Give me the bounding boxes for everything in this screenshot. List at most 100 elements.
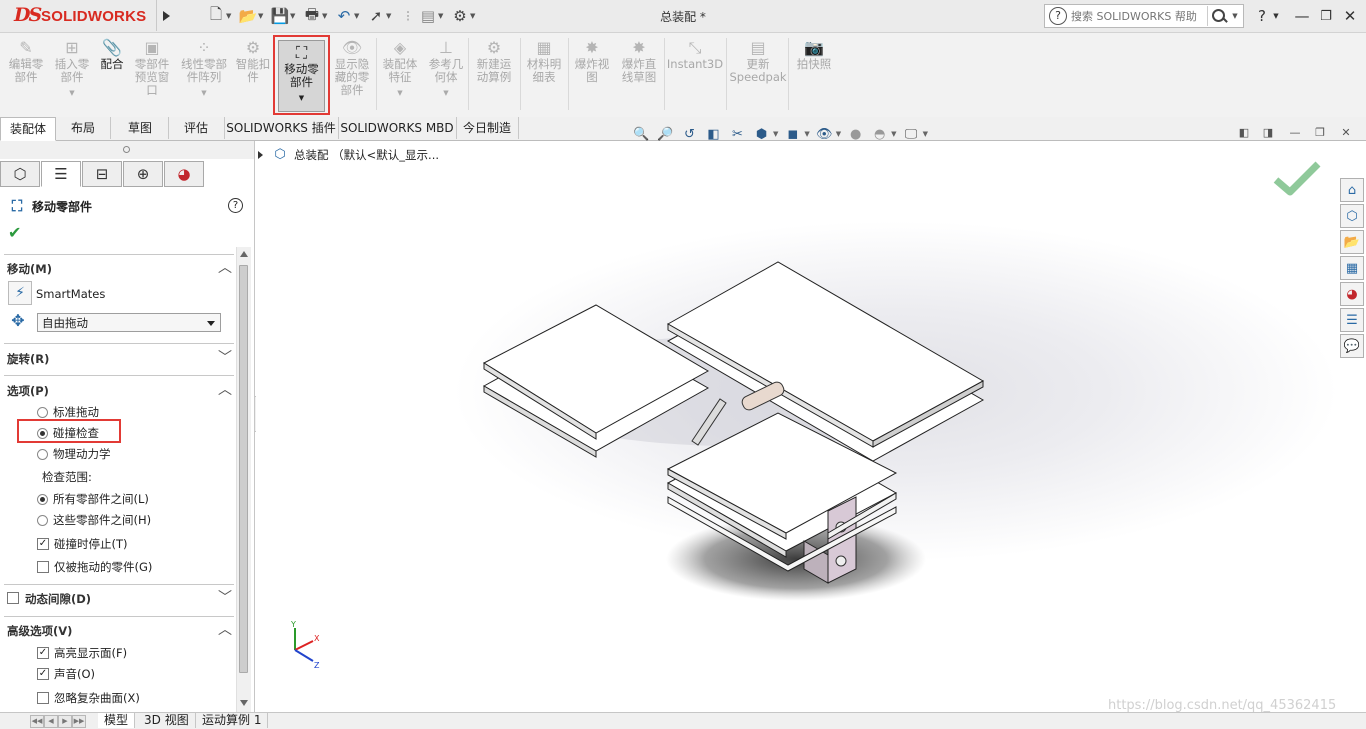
radio-physical-dynamics[interactable]: 物理动力学 xyxy=(37,446,111,462)
first-tab-arrow-icon[interactable]: ◀◀ xyxy=(30,715,44,728)
dimxpertmanager-icon[interactable]: ⊕ xyxy=(123,161,163,187)
traffic-light-icon[interactable]: ⁝ xyxy=(398,6,418,26)
tab-3d-view[interactable]: 3D 视图 xyxy=(138,713,196,728)
tab-assembly[interactable]: 装配体 xyxy=(0,117,56,141)
radio-all-components[interactable]: 所有零部件之间(L) xyxy=(37,491,149,507)
linear-pattern-button[interactable]: ⁘ 线性零部 件阵列 ▼ xyxy=(178,37,230,100)
help-search-input[interactable] xyxy=(1071,9,1207,23)
instant3d-button[interactable]: ⤡ Instant3D xyxy=(666,37,724,71)
tab-model[interactable]: 模型 xyxy=(98,713,136,728)
ok-check-icon[interactable]: ✔ xyxy=(8,223,21,242)
open-folder-icon[interactable]: 📂 xyxy=(238,6,258,26)
snapshot-button[interactable]: 📷 拍快照 xyxy=(792,37,836,71)
menu-expand-arrow-icon[interactable] xyxy=(156,0,175,31)
doc-restore-icon[interactable]: ❐ xyxy=(1312,126,1328,140)
section-dynamic-clearance-header[interactable]: 动态间隙(D) ﹀ xyxy=(0,587,234,609)
restore-icon[interactable]: ❐ xyxy=(1316,6,1336,26)
checkbox-unchecked[interactable] xyxy=(37,692,49,704)
undo-dropdown-icon[interactable]: ▼ xyxy=(354,12,362,20)
open-dropdown-icon[interactable]: ▼ xyxy=(258,12,266,20)
insert-component-button[interactable]: ⊞ 插入零 部件 ▼ xyxy=(50,37,94,100)
help-button[interactable]: ? xyxy=(1252,6,1272,26)
select-dropdown-icon[interactable]: ▼ xyxy=(386,12,394,20)
chevron-down-icon[interactable]: ﹀ xyxy=(217,347,233,367)
explode-line-sketch-button[interactable]: ✸ 爆炸直 线草图 xyxy=(616,37,662,84)
chevron-up-icon[interactable]: ︿ xyxy=(217,379,233,399)
print-dropdown-icon[interactable]: ▼ xyxy=(322,12,330,20)
propertymanager-icon[interactable]: ☰ xyxy=(41,161,81,187)
component-preview-button[interactable]: ▣ 零部件 预览窗 口 xyxy=(130,37,174,97)
tab-manufacture-today[interactable]: 今日制造 xyxy=(456,117,519,139)
hide-show-dropdown-icon[interactable]: ▼ xyxy=(836,130,841,138)
show-hidden-components-button[interactable]: 👁 显示隐 藏的零 部件 xyxy=(330,37,374,97)
undo-icon[interactable]: ↶ xyxy=(334,6,354,26)
exploded-view-button[interactable]: ✸ 爆炸视 图 xyxy=(570,37,614,84)
checkbox-unchecked[interactable] xyxy=(37,561,49,573)
search-dropdown-icon[interactable]: ▼ xyxy=(1230,12,1240,20)
help-search-box[interactable]: ? ▼ xyxy=(1044,4,1244,28)
mate-button[interactable]: 📎 配合 xyxy=(96,37,128,71)
edit-component-button[interactable]: ✎ 编辑零 部件 xyxy=(4,37,48,84)
configurationmanager-icon[interactable]: ⊟ xyxy=(82,161,122,187)
smartmates-button[interactable]: ⚡ xyxy=(8,281,32,305)
featuremanager-flyout-tree[interactable]: ⬡ 总装配 （默认<默认_显示... xyxy=(258,147,439,163)
hide-show-items-icon[interactable]: 👁 xyxy=(815,125,834,144)
tab-evaluate[interactable]: 评估 xyxy=(168,117,225,139)
smart-fastener-button[interactable]: ⚙ 智能扣 件 xyxy=(234,37,272,84)
tab-solidworks-mbd[interactable]: SOLIDWORKS MBD xyxy=(338,117,457,139)
new-motion-study-button[interactable]: ⚙ 新建运 动算例 xyxy=(472,37,516,84)
doc-close-icon[interactable]: ✕ xyxy=(1338,126,1354,140)
checkbox-checked[interactable]: ✓ xyxy=(37,668,49,680)
scrollbar-thumb[interactable] xyxy=(239,265,248,673)
doc-minimize-icon[interactable]: — xyxy=(1287,126,1303,140)
zoom-to-fit-icon[interactable]: 🔍 xyxy=(632,125,651,144)
solidworks-forum-icon[interactable]: 💬 xyxy=(1340,334,1364,358)
pm-help-icon[interactable]: ? xyxy=(228,198,243,213)
radio-button[interactable] xyxy=(37,406,48,418)
view-palette-icon[interactable]: ▦ xyxy=(1340,256,1364,280)
search-icon[interactable] xyxy=(1207,6,1230,26)
zoom-to-area-icon[interactable]: 🔎 xyxy=(656,125,675,144)
close-icon[interactable]: ✕ xyxy=(1340,6,1360,26)
checkbox-highlight-faces[interactable]: ✓ 高亮显示面(F) xyxy=(37,645,127,661)
prev-tab-arrow-icon[interactable]: ◀ xyxy=(44,715,58,728)
chevron-up-icon[interactable]: ︿ xyxy=(217,257,233,277)
checkbox-unchecked[interactable] xyxy=(7,592,19,604)
file-explorer-icon[interactable]: 📂 xyxy=(1340,230,1364,254)
view-settings-icon[interactable]: 🖵 xyxy=(902,125,921,144)
print-icon[interactable]: 🖶 xyxy=(302,5,322,26)
apply-scene-icon[interactable]: ◓ xyxy=(870,125,889,144)
confirmation-corner-ok-icon[interactable] xyxy=(1272,158,1322,198)
appearances-scenes-icon[interactable]: ◕ xyxy=(1340,282,1364,306)
help-dropdown-icon[interactable]: ▼ xyxy=(1271,6,1281,26)
last-tab-arrow-icon[interactable]: ▶▶ xyxy=(72,715,86,728)
options-gear-icon[interactable]: ⚙ xyxy=(450,6,470,26)
minimize-icon[interactable]: — xyxy=(1292,6,1312,26)
reference-geometry-button[interactable]: ⊥ 参考几 何体 ▼ xyxy=(424,37,468,100)
radio-standard-drag[interactable]: 标准拖动 xyxy=(37,404,99,420)
select-cursor-icon[interactable]: ➚ xyxy=(366,6,386,26)
move-component-button[interactable]: ⛶ 移动零 部件 ▼ xyxy=(278,40,325,112)
display-style-dropdown-icon[interactable]: ▼ xyxy=(804,130,809,138)
view-orientation-dropdown-icon[interactable]: ▼ xyxy=(773,130,778,138)
bom-button[interactable]: ▦ 材料明 细表 xyxy=(522,37,566,84)
section-view-icon[interactable]: ◧ xyxy=(704,125,723,144)
file-properties-dropdown-icon[interactable]: ▼ xyxy=(438,12,446,20)
previous-view-icon[interactable]: ↺ xyxy=(680,125,699,144)
tile-left-icon[interactable]: ◧ xyxy=(1236,126,1252,140)
assembly-features-dropdown-icon[interactable]: ▼ xyxy=(397,87,402,100)
checkbox-dragged-part-only[interactable]: 仅被拖动的零件(G) xyxy=(37,559,152,575)
checkbox-checked[interactable]: ✓ xyxy=(37,538,49,550)
new-document-icon[interactable]: 🗋 xyxy=(206,5,226,26)
graphics-area[interactable]: Y X Z xyxy=(256,141,1366,712)
radio-button-selected[interactable] xyxy=(37,493,48,505)
save-dropdown-icon[interactable]: ▼ xyxy=(290,12,298,20)
display-style-icon[interactable]: ◼ xyxy=(783,125,802,144)
file-properties-icon[interactable]: ▤ xyxy=(418,6,438,26)
section-rotate-header[interactable]: 旋转(R) ﹀ xyxy=(0,347,234,369)
edit-appearance-icon[interactable]: ● xyxy=(846,125,865,144)
tile-right-icon[interactable]: ◨ xyxy=(1260,126,1276,140)
drag-mode-select[interactable]: 自由拖动 xyxy=(37,313,221,332)
radio-button[interactable] xyxy=(37,514,48,526)
panel-collapse-handle[interactable] xyxy=(0,141,254,159)
